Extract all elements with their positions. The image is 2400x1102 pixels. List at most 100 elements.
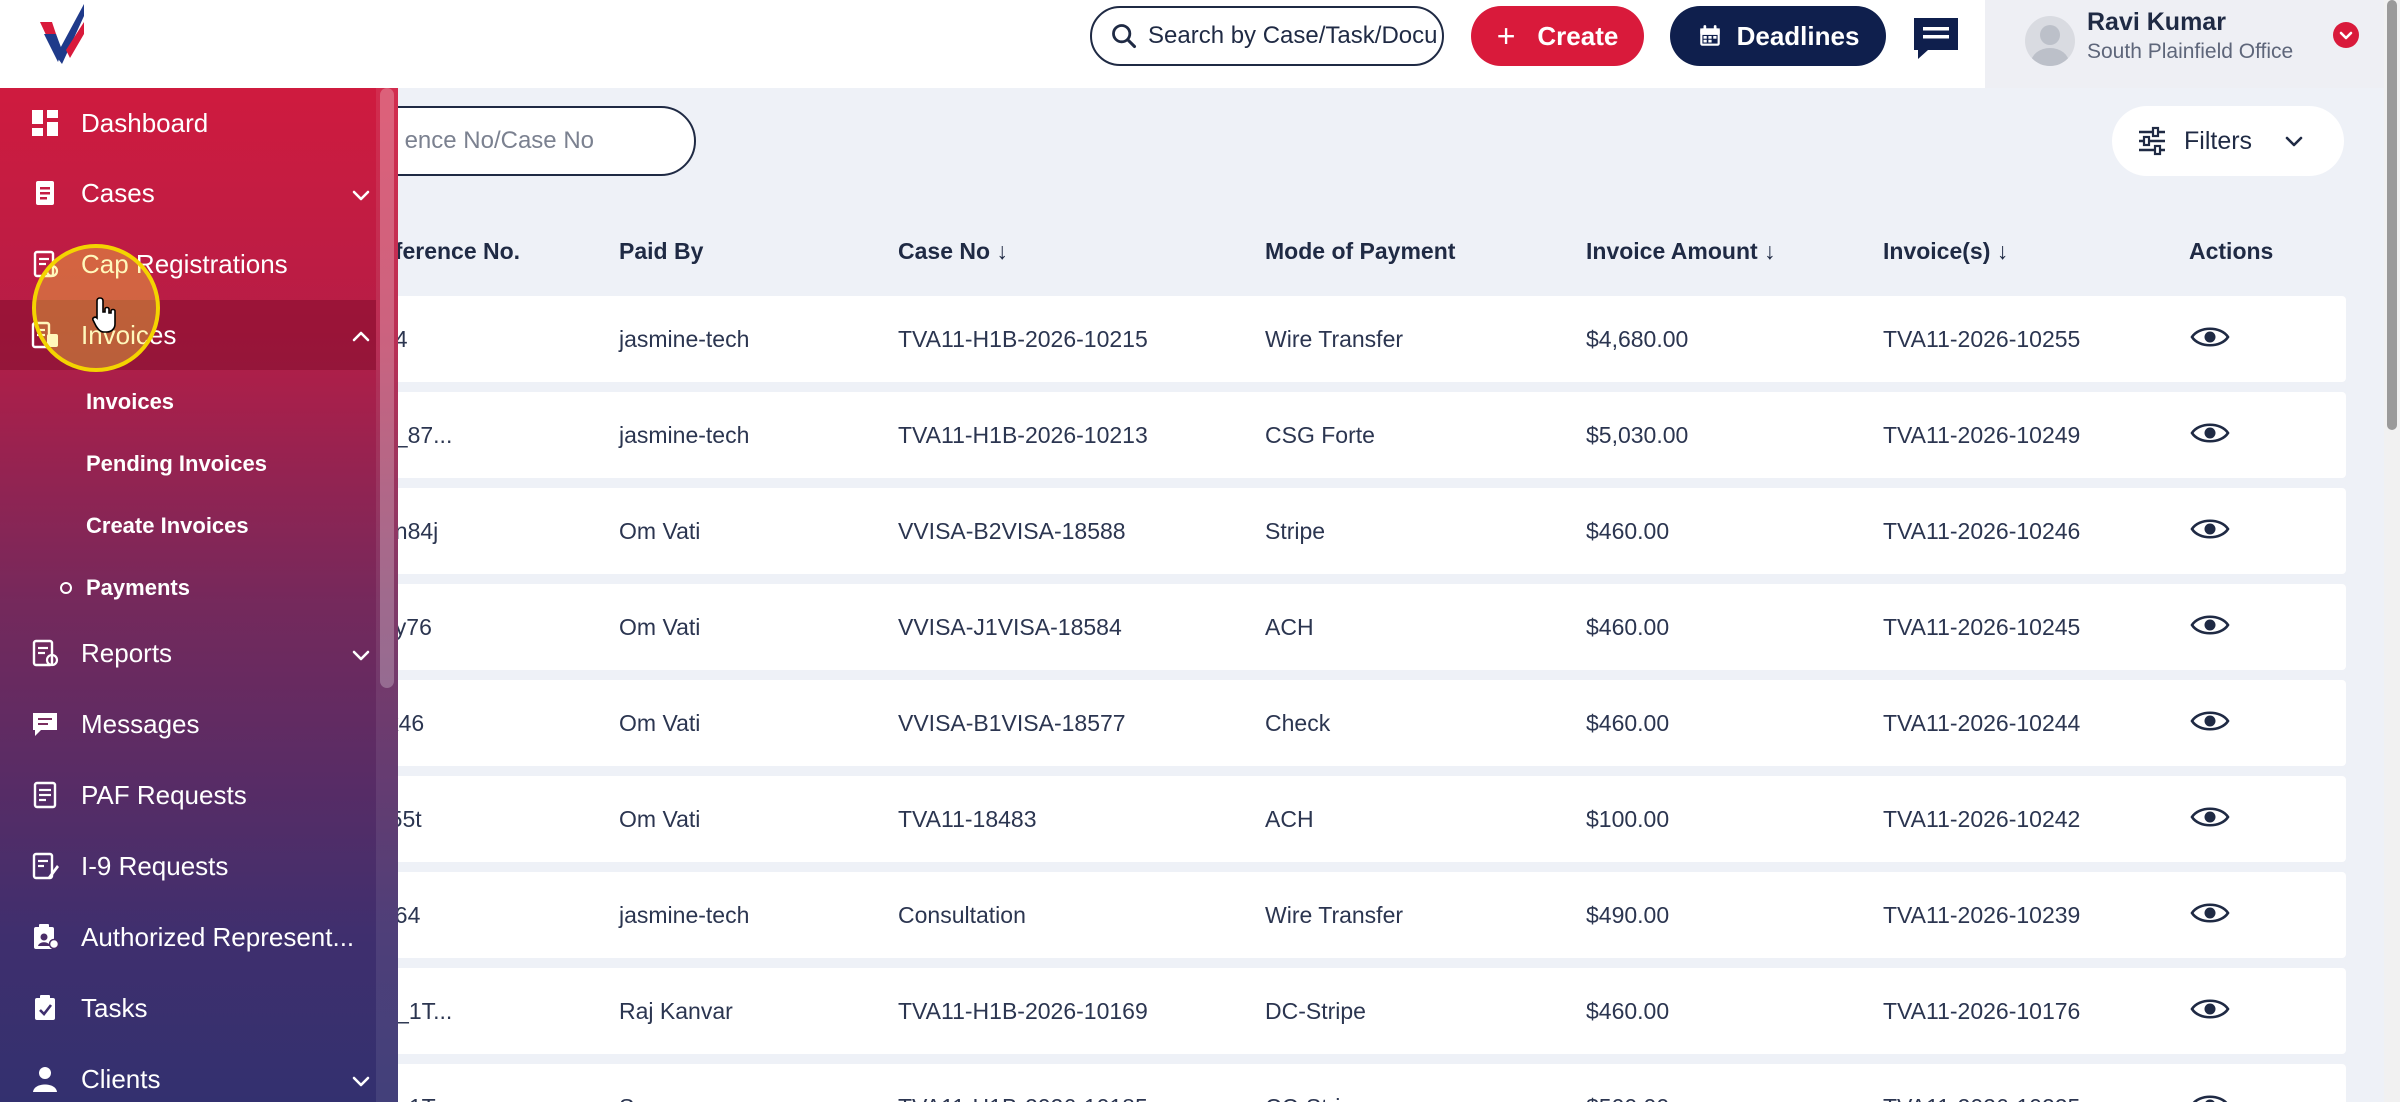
global-search[interactable]: [1090, 6, 1444, 66]
cell-mode-of-payment: ACH: [1265, 806, 1314, 832]
eye-icon[interactable]: [2190, 322, 2230, 352]
sidebar-item-dashboard[interactable]: Dashboard: [0, 88, 376, 158]
cell-case-no: Consultation: [898, 902, 1026, 928]
cell-mode-of-payment: Check: [1265, 710, 1331, 736]
sidebar-subitem-payments[interactable]: Payments: [86, 575, 190, 601]
logo[interactable]: [0, 0, 398, 88]
cell-case-no: VVISA-B1VISA-18577: [898, 710, 1126, 736]
plus-icon: +: [1496, 18, 1516, 54]
cell-invoices: TVA11-2026-10244: [1883, 710, 2081, 736]
sidebar-item-label: I-9 Requests: [81, 850, 229, 881]
cell-invoice-amount: $4,680.00: [1586, 326, 1689, 352]
reports-icon: [30, 638, 60, 668]
sidebar-subitem-create-invoices[interactable]: Create Invoices: [86, 513, 249, 539]
sidebar-scrollbar[interactable]: [376, 88, 398, 1102]
cell-mode-of-payment: ACH: [1265, 614, 1314, 640]
cell-paid-by: Om Vati: [619, 614, 701, 640]
column-header-invoices[interactable]: Invoice(s): [1883, 238, 2008, 265]
sidebar-item-label: Reports: [81, 637, 173, 668]
sidebar: Dashboard Cases Cap Registrations Invoic…: [0, 0, 398, 1102]
cell-invoices: TVA11-2026-10249: [1883, 422, 2081, 448]
table-row: un84j Om Vati VVISA-B2VISA-18588 Stripe …: [300, 488, 2346, 574]
sidebar-subitem-invoices[interactable]: Invoices: [86, 389, 174, 415]
cell-invoice-amount: $490.00: [1586, 902, 1670, 928]
cell-invoice-amount: $5,030.00: [1586, 422, 1689, 448]
column-header-invoice-amount[interactable]: Invoice Amount: [1586, 238, 1776, 265]
i9-requests-icon: [30, 851, 60, 881]
payments-table: eference No. Paid By Case No Mode of Pay…: [300, 208, 2346, 1102]
sidebar-item-cases[interactable]: Cases: [0, 158, 376, 228]
cell-mode-of-payment: Stripe: [1265, 518, 1326, 544]
table-row: hy76 Om Vati VVISA-J1VISA-18584 ACH $460…: [300, 584, 2346, 670]
sidebar-item-label: Cases: [81, 177, 155, 208]
eye-icon[interactable]: [2190, 418, 2230, 448]
eye-icon[interactable]: [2190, 514, 2230, 544]
pointer-cursor-icon: [92, 297, 116, 333]
filters-button[interactable]: Filters: [2112, 106, 2344, 176]
page-scrollbar[interactable]: [2384, 0, 2400, 1102]
cell-invoice-amount: $500.00: [1586, 1094, 1669, 1102]
filters-button-label: Filters: [2184, 126, 2253, 155]
cell-invoice-amount: $460.00: [1586, 518, 1670, 544]
cell-mode-of-payment: DC-Stripe: [1265, 998, 1366, 1024]
create-button-label: Create: [1537, 20, 1619, 51]
deadlines-button[interactable]: Deadlines: [1670, 6, 1886, 66]
sidebar-item-clients[interactable]: Clients: [0, 1044, 376, 1102]
page-scrollbar-thumb[interactable]: [2387, 0, 2397, 430]
cell-case-no: VVISA-J1VISA-18584: [898, 614, 1122, 640]
cell-paid-by: Om Vati: [619, 518, 701, 544]
cell-case-no: TVA11-18483: [898, 806, 1037, 832]
table-row: rt_1T... Sam TVA11-H1B-2026-10185 CC-Str…: [300, 1064, 2346, 1102]
reference-search-placeholder: ence No/Case No: [404, 127, 594, 154]
sliders-icon: [2139, 126, 2165, 156]
cell-invoices: TVA11-2026-10176: [1883, 998, 2081, 1024]
column-header-case-no[interactable]: Case No: [898, 238, 1008, 265]
eye-icon[interactable]: [2190, 706, 2230, 736]
cell-mode-of-payment: Wire Transfer: [1265, 326, 1404, 352]
chevron-down-icon: [350, 642, 372, 664]
column-header-actions: Actions: [2189, 238, 2274, 264]
table-header: eference No. Paid By Case No Mode of Pay…: [300, 208, 2346, 296]
cell-invoice-amount: $460.00: [1586, 998, 1670, 1024]
user-menu[interactable]: Ravi Kumar South Plainfield Office: [1985, 0, 2385, 88]
cell-paid-by: jasmine-tech: [619, 326, 750, 352]
sidebar-item-label: Clients: [81, 1063, 161, 1094]
chevron-down-icon[interactable]: [2333, 22, 2359, 48]
column-header-paid-by[interactable]: Paid By: [619, 238, 703, 265]
eye-icon[interactable]: [2190, 1090, 2230, 1102]
sidebar-subitem-pending-invoices[interactable]: Pending Invoices: [86, 451, 267, 477]
sidebar-item-messages[interactable]: Messages: [0, 689, 376, 759]
sidebar-item-label: Tasks: [81, 992, 148, 1023]
column-header-mode-of-payment[interactable]: Mode of Payment: [1265, 238, 1455, 265]
cell-paid-by: jasmine-tech: [619, 902, 750, 928]
sidebar-item-tasks[interactable]: Tasks: [0, 973, 376, 1043]
paf-requests-icon: [30, 780, 60, 810]
chevron-down-icon: [350, 1068, 372, 1090]
search-icon: [1112, 24, 1137, 49]
cell-mode-of-payment: CC-Stripe: [1265, 1094, 1366, 1102]
eye-icon[interactable]: [2190, 802, 2230, 832]
eye-icon[interactable]: [2190, 994, 2230, 1024]
cell-invoice-amount: $100.00: [1586, 806, 1670, 832]
sidebar-item-authorized-representative[interactable]: Authorized Represent...: [0, 902, 376, 972]
avatar: [2025, 16, 2075, 66]
sidebar-item-reports[interactable]: Reports: [0, 618, 376, 688]
sidebar-item-label: Authorized Represent...: [81, 921, 355, 952]
table-row: h_87... jasmine-tech TVA11-H1B-2026-1021…: [300, 392, 2346, 478]
sidebar-scrollbar-thumb[interactable]: [380, 88, 394, 688]
cases-icon: [30, 178, 60, 208]
eye-icon[interactable]: [2190, 898, 2230, 928]
chat-icon[interactable]: [1910, 14, 1962, 62]
sidebar-item-paf-requests[interactable]: PAF Requests: [0, 760, 376, 830]
clients-icon: [30, 1064, 60, 1094]
global-search-input[interactable]: [1148, 22, 1438, 50]
cell-invoices: TVA11-2026-10255: [1883, 326, 2081, 352]
create-button[interactable]: + Create: [1471, 6, 1644, 66]
cell-paid-by: Raj Kanvar: [619, 998, 733, 1024]
user-office: South Plainfield Office: [2087, 40, 2294, 63]
column-header-reference-no[interactable]: eference No.: [382, 238, 520, 265]
sidebar-item-i9-requests[interactable]: I-9 Requests: [0, 831, 376, 901]
eye-icon[interactable]: [2190, 610, 2230, 640]
logo-icon: [40, 4, 84, 64]
cell-paid-by: Om Vati: [619, 806, 701, 832]
